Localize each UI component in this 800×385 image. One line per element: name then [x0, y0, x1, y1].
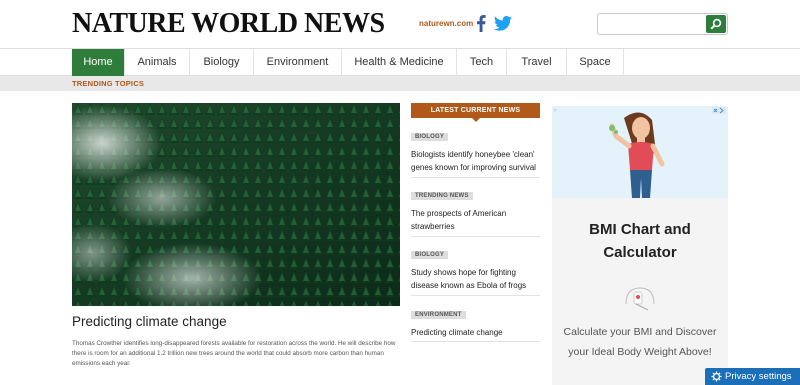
privacy-settings-button[interactable]: Privacy settings	[705, 368, 800, 385]
news-tag[interactable]: BIOLOGY	[411, 251, 449, 259]
nav-item-health-medicine[interactable]: Health & Medicine	[342, 49, 457, 76]
news-tag[interactable]: ENVIRONMENT	[411, 311, 466, 319]
ad-banner-image: ▷	[552, 106, 728, 198]
divider	[411, 295, 540, 296]
news-title[interactable]: Predicting climate change	[411, 327, 540, 340]
nav-item-travel[interactable]: Travel	[507, 49, 567, 76]
divider	[411, 236, 540, 237]
main-nav: Home Animals Biology Environment Health …	[0, 48, 800, 76]
news-item[interactable]: BIOLOGY Biologists identify honeybee 'cl…	[411, 125, 540, 174]
nav-item-tech[interactable]: Tech	[457, 49, 507, 76]
divider	[411, 177, 540, 178]
nav-item-environment[interactable]: Environment	[254, 49, 342, 76]
heading-arrow	[472, 118, 480, 122]
news-tag[interactable]: BIOLOGY	[411, 133, 449, 141]
site-header: NATURE WORLD NEWS naturewn.com	[0, 0, 800, 48]
news-item[interactable]: BIOLOGY Study shows hope for fighting di…	[411, 243, 540, 292]
trending-label[interactable]: TRENDING TOPICS	[72, 79, 144, 88]
nav-item-biology[interactable]: Biology	[190, 49, 254, 76]
search-icon	[710, 18, 722, 30]
site-logo[interactable]: NATURE WORLD NEWS	[72, 8, 385, 40]
divider	[411, 341, 540, 342]
ad-choices-label[interactable]: ▷	[554, 107, 557, 112]
nav-item-animals[interactable]: Animals	[125, 49, 190, 76]
latest-news-heading: LATEST CURRENT NEWS	[411, 103, 540, 118]
privacy-settings-label: Privacy settings	[725, 371, 792, 382]
advertisement[interactable]: ▷ BMI Chart and Calculator Calculate you…	[552, 106, 728, 385]
scale-icon	[625, 287, 655, 311]
news-title[interactable]: The prospects of American strawberries	[411, 208, 540, 233]
ad-description[interactable]: Calculate your BMI and Discover your Ide…	[552, 323, 728, 362]
news-title[interactable]: Biologists identify honeybee 'clean' gen…	[411, 149, 540, 174]
gear-icon	[711, 371, 722, 382]
nav-item-home[interactable]: Home	[72, 49, 125, 76]
hero-title[interactable]: Predicting climate change	[72, 314, 227, 329]
hero-image[interactable]	[72, 103, 400, 306]
search-button[interactable]	[706, 15, 726, 33]
hero-description: Thomas Crowther identifies long-disappea…	[72, 340, 396, 367]
nav-item-space[interactable]: Space	[567, 49, 624, 76]
news-item[interactable]: TRENDING NEWS The prospects of American …	[411, 184, 540, 233]
trending-bar: TRENDING TOPICS	[0, 76, 800, 91]
ad-title[interactable]: BMI Chart and Calculator	[552, 218, 728, 264]
news-tag[interactable]: TRENDING NEWS	[411, 192, 473, 200]
news-title[interactable]: Study shows hope for fighting disease kn…	[411, 267, 540, 292]
ad-close-icon[interactable]	[712, 107, 726, 114]
site-link[interactable]: naturewn.com	[419, 19, 473, 28]
news-item[interactable]: ENVIRONMENT Predicting climate change	[411, 303, 540, 340]
facebook-icon[interactable]	[476, 15, 486, 32]
woman-illustration	[609, 112, 665, 198]
twitter-icon[interactable]	[494, 15, 512, 32]
forest-image	[72, 103, 400, 306]
